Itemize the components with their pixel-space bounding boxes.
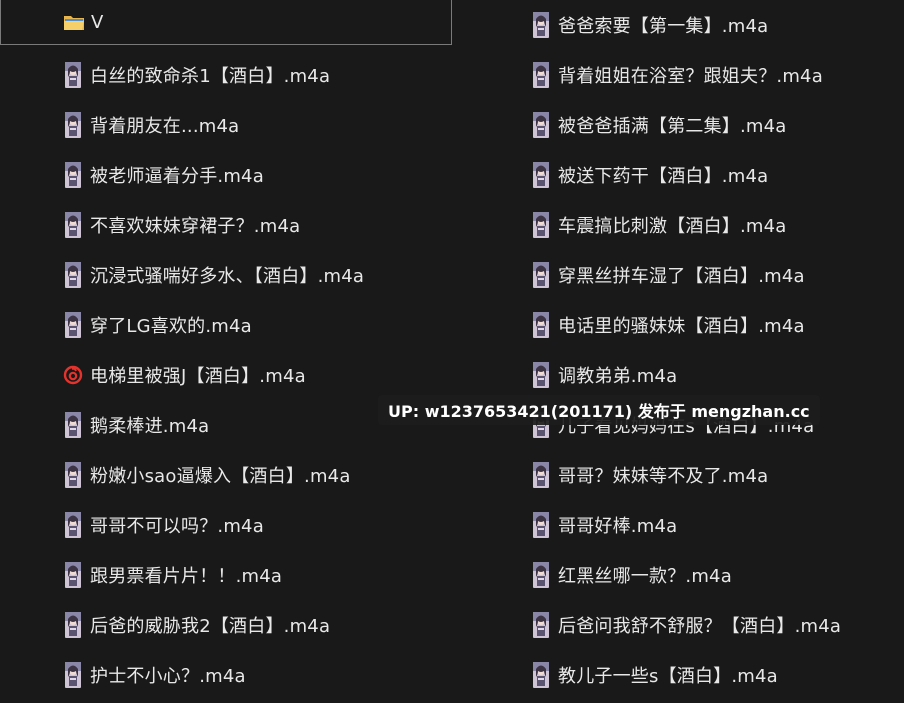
file-name: 后爸问我舒不舒服？【酒白】.m4a [558,616,842,637]
audio-thumbnail-icon [62,262,84,288]
file-item[interactable]: 沉浸式骚喘好多水、【酒白】.m4a [0,250,452,300]
file-name: 车震搞比刺激【酒白】.m4a [558,216,787,237]
folder-item[interactable]: V [0,0,452,45]
audio-thumbnail-icon [530,462,552,488]
file-item[interactable]: 穿黑丝拼车湿了【酒白】.m4a [452,250,904,300]
audio-thumbnail-icon [530,362,552,388]
file-name: 爸爸索要【第一集】.m4a [558,16,769,37]
file-name: 电梯里被强J【酒白】.m4a [90,366,306,387]
file-name: 穿了LG喜欢的.m4a [90,316,252,337]
file-item[interactable]: 被送下药干【酒白】.m4a [452,150,904,200]
audio-thumbnail-icon [530,562,552,588]
file-item[interactable]: 后爸问我舒不舒服？【酒白】.m4a [452,600,904,650]
file-item[interactable]: 哥哥不可以吗？.m4a [0,500,452,550]
file-name: 哥哥好棒.m4a [558,516,678,537]
file-item[interactable]: 后爸的威胁我2【酒白】.m4a [0,600,452,650]
watermark-text: UP: w1237653421(201171) 发布于 mengzhan.cc [388,402,810,421]
audio-thumbnail-icon [62,612,84,638]
file-name: 跟男票看片片！！.m4a [90,566,283,587]
file-item[interactable]: 跟男票看片片！！.m4a [0,550,452,600]
file-item[interactable]: 被爸爸插满【第二集】.m4a [452,100,904,150]
file-explorer: V 白丝的致命杀1【酒白】.m4a 背着朋友在...m4a 被老师逼着分手.m4a 不… [0,0,904,703]
file-name: 被送下药干【酒白】.m4a [558,166,769,187]
file-name: 白丝的致命杀1【酒白】.m4a [90,66,331,87]
audio-thumbnail-icon [62,62,84,88]
audio-thumbnail-icon [62,462,84,488]
file-name: 被爸爸插满【第二集】.m4a [558,116,787,137]
file-item[interactable]: 护士不小心？.m4a [0,650,452,700]
file-name: 被老师逼着分手.m4a [90,166,264,187]
audio-thumbnail-icon [530,512,552,538]
file-item[interactable]: 白丝的致命杀1【酒白】.m4a [0,50,452,100]
watermark-overlay: UP: w1237653421(201171) 发布于 mengzhan.cc [378,395,820,425]
audio-thumbnail-icon [62,312,84,338]
file-item[interactable]: 哥哥好棒.m4a [452,500,904,550]
file-item[interactable]: 被老师逼着分手.m4a [0,150,452,200]
file-name: 哥哥不可以吗？.m4a [90,516,264,537]
file-item[interactable]: 电话里的骚妹妹【酒白】.m4a [452,300,904,350]
file-name: 背着朋友在...m4a [90,116,240,137]
file-name: 穿黑丝拼车湿了【酒白】.m4a [558,266,805,287]
file-item[interactable]: 爸爸索要【第一集】.m4a [452,0,904,50]
audio-thumbnail-icon [530,12,552,38]
file-name: 背着姐姐在浴室？跟姐夫？.m4a [558,66,823,87]
audio-thumbnail-icon [530,162,552,188]
file-item[interactable]: 背着姐姐在浴室？跟姐夫？.m4a [452,50,904,100]
audio-thumbnail-icon [530,662,552,688]
audio-thumbnail-icon [62,112,84,138]
file-column-right: 爸爸索要【第一集】.m4a 背着姐姐在浴室？跟姐夫？.m4a 被爸爸插满【第二集】.… [452,0,904,700]
file-item[interactable]: 调教弟弟.m4a [452,350,904,400]
file-name: 沉浸式骚喘好多水、【酒白】.m4a [90,266,365,287]
audio-thumbnail-icon [62,512,84,538]
netease-music-icon [62,362,84,388]
file-name: 哥哥？妹妹等不及了.m4a [558,466,769,487]
audio-thumbnail-icon [62,662,84,688]
file-item[interactable]: 车震搞比刺激【酒白】.m4a [452,200,904,250]
file-item[interactable]: 哥哥？妹妹等不及了.m4a [452,450,904,500]
file-name: 调教弟弟.m4a [558,366,678,387]
audio-thumbnail-icon [62,562,84,588]
file-name: 红黑丝哪一款？.m4a [558,566,732,587]
audio-thumbnail-icon [62,162,84,188]
file-list-right: 爸爸索要【第一集】.m4a 背着姐姐在浴室？跟姐夫？.m4a 被爸爸插满【第二集】.… [452,0,904,700]
audio-thumbnail-icon [530,312,552,338]
file-column-left: V 白丝的致命杀1【酒白】.m4a 背着朋友在...m4a 被老师逼着分手.m4a 不… [0,0,452,700]
folder-icon [63,9,85,35]
audio-thumbnail-icon [530,212,552,238]
file-name: 护士不小心？.m4a [90,666,246,687]
audio-thumbnail-icon [530,612,552,638]
audio-thumbnail-icon [530,112,552,138]
file-item[interactable]: 背着朋友在...m4a [0,100,452,150]
file-name: 粉嫩小sao逼爆入【酒白】.m4a [90,466,351,487]
file-name: 电话里的骚妹妹【酒白】.m4a [558,316,805,337]
folder-label: V [91,11,104,33]
file-name: 后爸的威胁我2【酒白】.m4a [90,616,331,637]
file-name: 鹅柔棒进.m4a [90,416,210,437]
file-item[interactable]: 穿了LG喜欢的.m4a [0,300,452,350]
file-item[interactable]: 电梯里被强J【酒白】.m4a [0,350,452,400]
file-name: 教儿子一些s【酒白】.m4a [558,666,778,687]
audio-thumbnail-icon [62,412,84,438]
file-item[interactable]: 红黑丝哪一款？.m4a [452,550,904,600]
file-list-left: 白丝的致命杀1【酒白】.m4a 背着朋友在...m4a 被老师逼着分手.m4a 不喜欢… [0,50,452,700]
audio-thumbnail-icon [530,262,552,288]
audio-thumbnail-icon [62,212,84,238]
file-item[interactable]: 粉嫩小sao逼爆入【酒白】.m4a [0,450,452,500]
file-item[interactable]: 教儿子一些s【酒白】.m4a [452,650,904,700]
file-item[interactable]: 不喜欢妹妹穿裙子？.m4a [0,200,452,250]
file-name: 不喜欢妹妹穿裙子？.m4a [90,216,301,237]
audio-thumbnail-icon [530,62,552,88]
